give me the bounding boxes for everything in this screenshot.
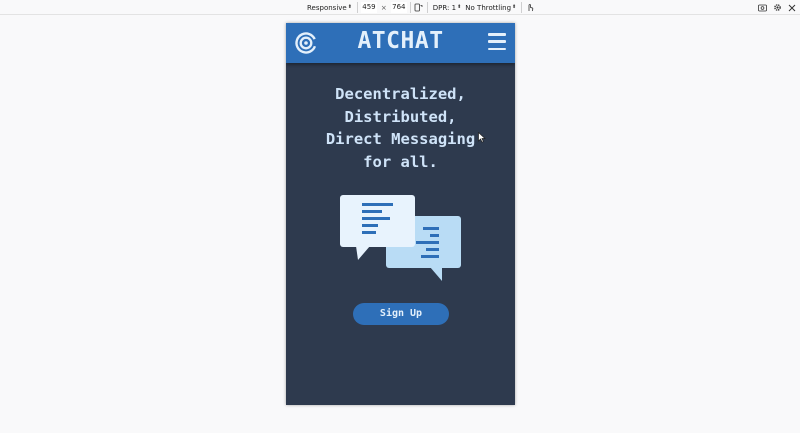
select-arrows-icon: ⬍ xyxy=(512,4,517,10)
height-input[interactable]: 764 xyxy=(390,2,407,13)
divider xyxy=(409,2,411,13)
divider xyxy=(521,2,523,13)
chat-bubbles-icon xyxy=(338,193,464,283)
dpr-select-label: DPR: 1 xyxy=(432,3,457,12)
menu-bar xyxy=(488,40,506,43)
hamburger-menu-icon[interactable] xyxy=(488,33,506,50)
width-input[interactable]: 459 xyxy=(360,2,377,13)
select-arrows-icon: ⬍ xyxy=(457,4,462,10)
throttling-select-label: No Throttling xyxy=(465,3,512,12)
hero-tagline: Decentralized, Distributed, Direct Messa… xyxy=(286,83,515,173)
select-arrows-icon: ⬍ xyxy=(347,4,352,10)
device-viewport: ATCHAT Decentralized, Distributed, Direc… xyxy=(286,23,515,405)
app-title: ATCHAT xyxy=(357,28,444,54)
device-select-label: Responsive xyxy=(307,3,347,12)
menu-bar xyxy=(488,33,506,36)
rotate-icon[interactable] xyxy=(414,3,424,13)
tagline-line: for all. xyxy=(363,152,438,171)
dpr-select[interactable]: DPR: 1 ⬍ xyxy=(431,2,464,14)
settings-icon[interactable] xyxy=(772,3,782,13)
resize-grip-icon[interactable] xyxy=(508,398,514,405)
divider xyxy=(426,2,428,13)
screenshot-icon[interactable] xyxy=(757,3,767,13)
device-select[interactable]: Responsive ⬍ xyxy=(305,2,354,14)
app-header: ATCHAT xyxy=(286,23,515,63)
close-icon[interactable] xyxy=(787,3,797,13)
tagline-line: Distributed, xyxy=(344,107,457,126)
tagline-line: Decentralized, xyxy=(335,85,466,103)
devtools-controls: Responsive ⬍ 459 × 764 DPR: 1 ⬍ No Throt… xyxy=(305,1,535,14)
devtools-right-controls xyxy=(757,2,797,13)
mouse-cursor-icon xyxy=(478,130,486,143)
menu-bar xyxy=(488,47,506,50)
devtools-toolbar: Responsive ⬍ 459 × 764 DPR: 1 ⬍ No Throt… xyxy=(0,0,800,15)
times-sign: × xyxy=(380,3,387,12)
touch-icon[interactable] xyxy=(525,3,535,13)
throttling-select[interactable]: No Throttling ⬍ xyxy=(463,2,518,14)
divider xyxy=(356,2,358,13)
sign-up-button[interactable]: Sign Up xyxy=(353,303,449,325)
